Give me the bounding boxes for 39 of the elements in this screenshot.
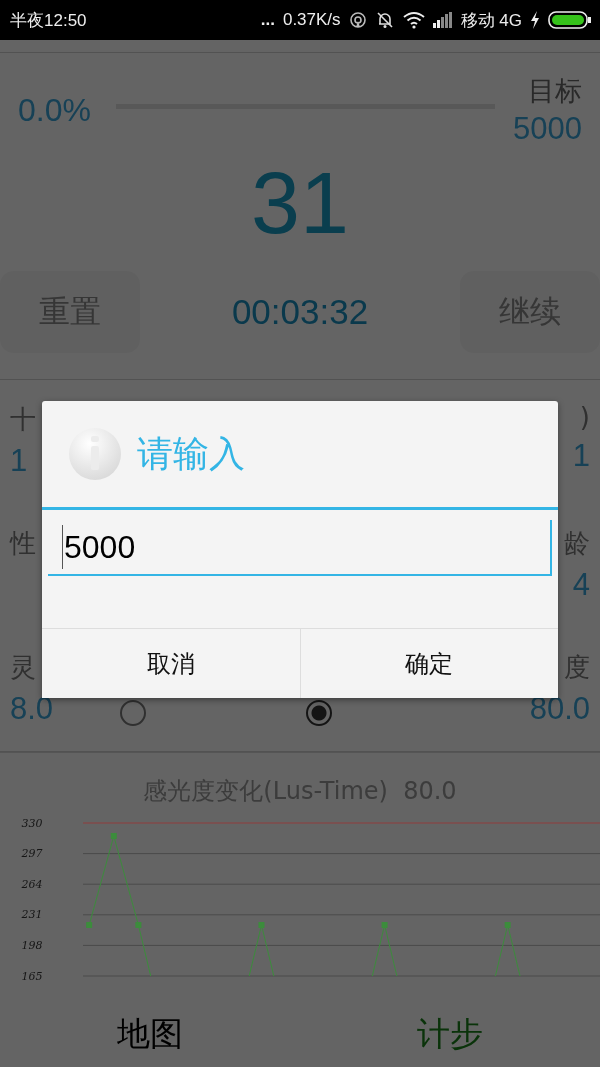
data-point (258, 922, 265, 928)
network-speed: 0.37K/s (282, 10, 341, 30)
hotspot-icon (348, 11, 367, 29)
carrier-label: 移动 4G (460, 9, 522, 32)
dialog-title: 请输入 (137, 431, 245, 476)
data-point (110, 833, 117, 839)
dialog-button[interactable]: 取消 (42, 629, 300, 698)
y-tick-label: 231 (21, 908, 43, 922)
input-field[interactable]: 5000 (48, 520, 552, 576)
charging-icon (530, 11, 540, 29)
stat-value: 1 (572, 438, 590, 474)
y-tick-label: 264 (21, 877, 43, 891)
wifi-icon (402, 11, 425, 29)
more-indicator: ... (260, 10, 275, 30)
data-point (135, 922, 142, 928)
data-point (86, 922, 93, 928)
stat-value: 4 (572, 567, 590, 603)
signal-icon (432, 12, 453, 28)
goal-label: 目标 (528, 74, 582, 108)
data-point (504, 922, 511, 928)
y-tick-label: 165 (21, 969, 43, 983)
y-tick-label: 330 (21, 816, 43, 830)
dialog-button[interactable]: 确定 (299, 629, 558, 698)
mode-radio[interactable] (306, 700, 332, 726)
progress-percent: 0.0% (18, 91, 92, 129)
mute-bell-icon (374, 10, 395, 30)
clock: 半夜12:50 (10, 9, 87, 32)
data-point (381, 922, 388, 928)
battery-icon (548, 10, 592, 30)
info-icon (67, 426, 123, 482)
mode-radio[interactable] (120, 700, 146, 726)
stat-label: ) (579, 402, 590, 432)
step-count: 31 (250, 159, 350, 247)
goal-value: 5000 (513, 111, 582, 147)
y-tick-label: 198 (21, 938, 43, 952)
stat-value: 1 (10, 443, 29, 479)
y-tick-label: 297 (21, 847, 43, 861)
timer: 00:03:32 (231, 292, 369, 332)
text-cursor (62, 525, 63, 569)
